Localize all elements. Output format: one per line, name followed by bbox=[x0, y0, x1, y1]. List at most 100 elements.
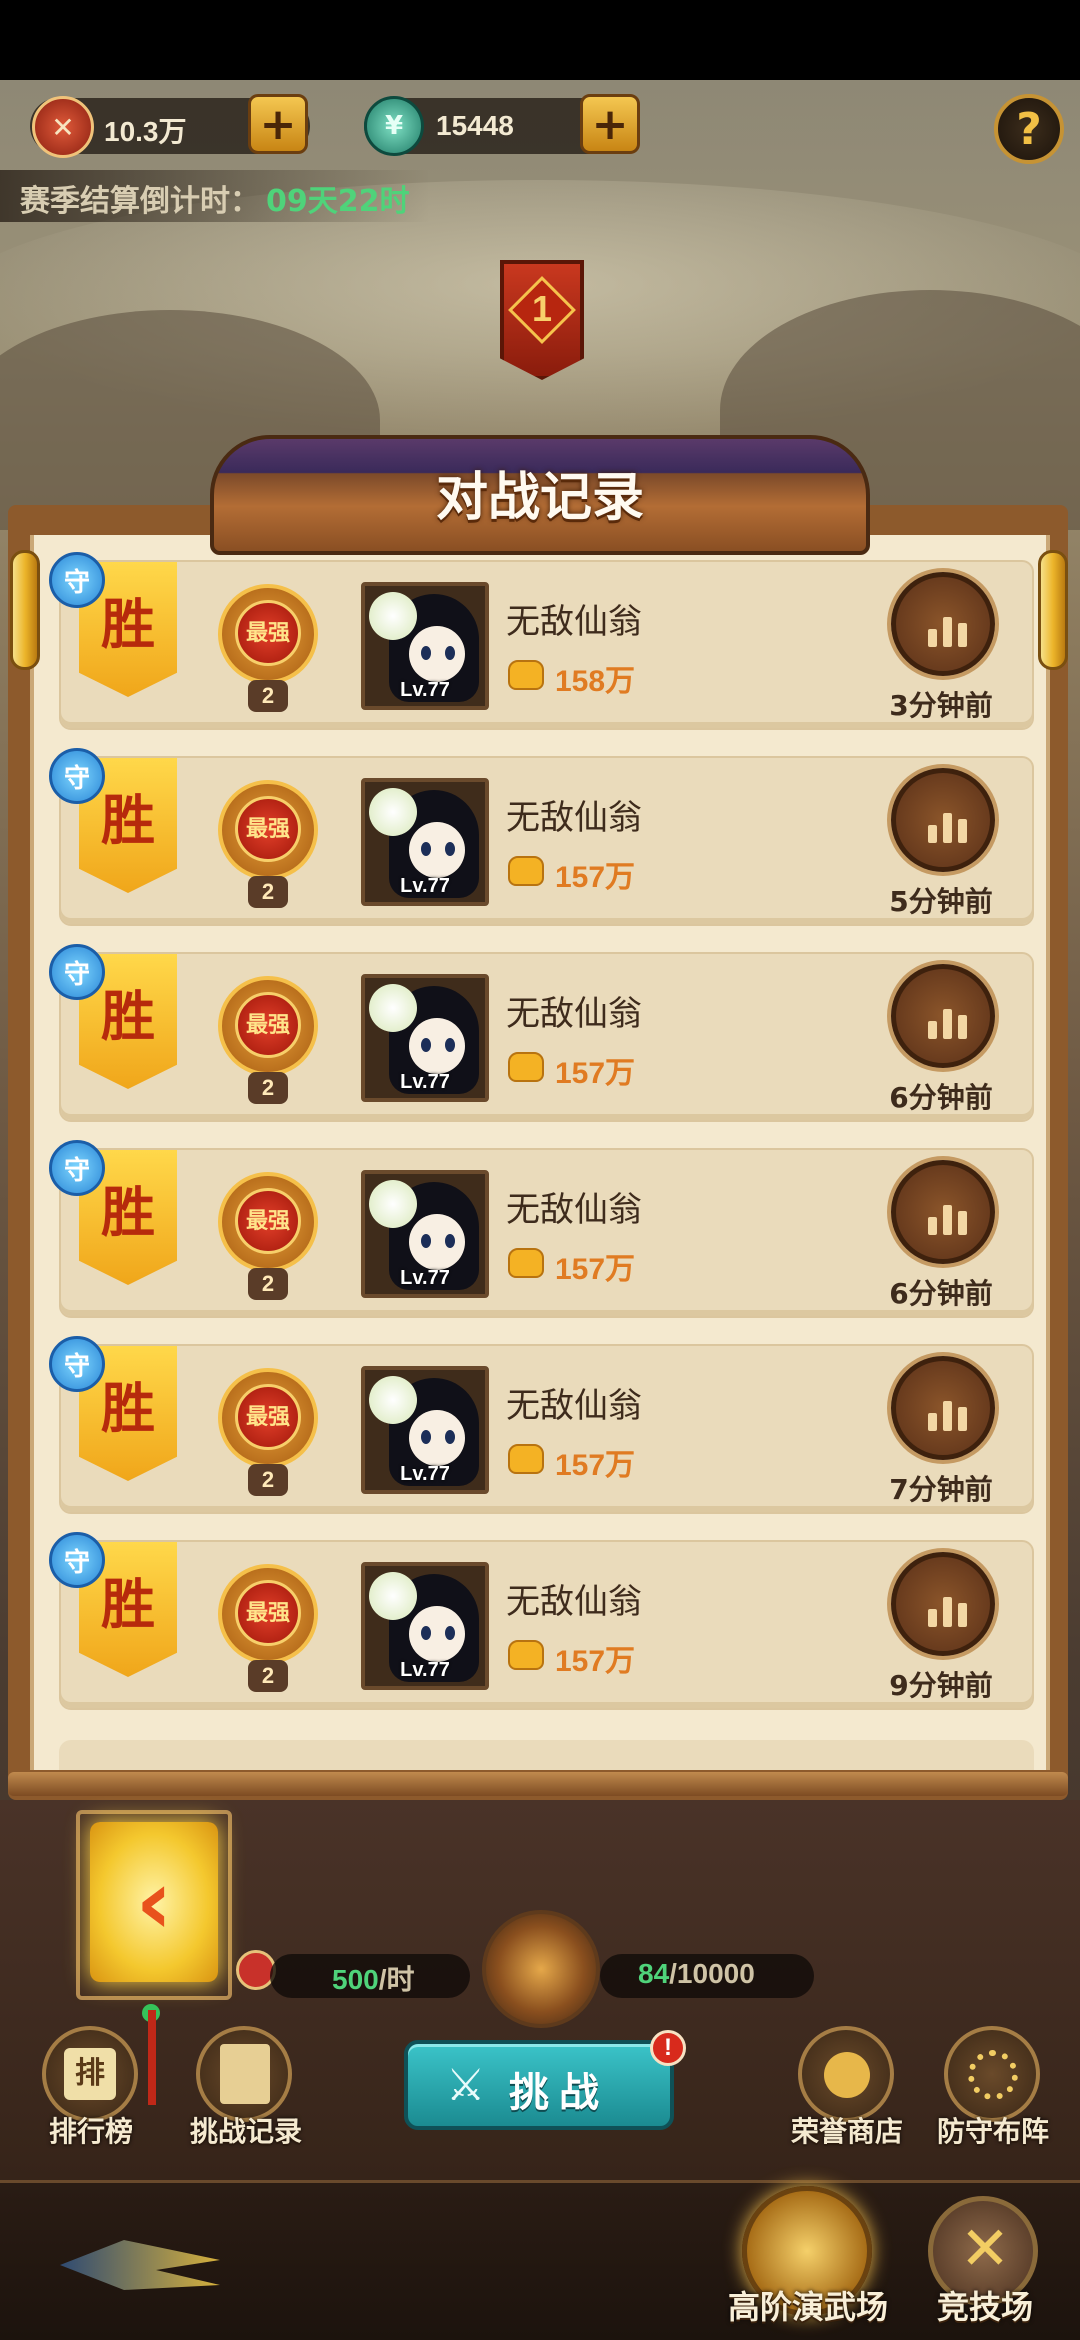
fist-power-icon bbox=[506, 654, 546, 694]
currency-honor-value: 10.3万 bbox=[104, 116, 187, 147]
rank-medal-title: 最强 bbox=[235, 1188, 301, 1254]
defense-tag-icon: 守 bbox=[49, 1532, 105, 1588]
replay-bar bbox=[943, 1401, 952, 1431]
opponent-name: 无敌仙翁 bbox=[506, 1582, 642, 1622]
currency-jade-value: 15448 bbox=[436, 110, 514, 141]
replay-bar bbox=[928, 1413, 937, 1431]
avatar-face bbox=[409, 1410, 465, 1466]
production-rate: 500/时 bbox=[332, 1958, 415, 1998]
replay-bar bbox=[943, 813, 952, 843]
opponent-avatar[interactable]: Lv.77 bbox=[361, 1366, 489, 1494]
opponent-name: 无敌仙翁 bbox=[506, 1190, 642, 1230]
opponent-avatar[interactable]: Lv.77 bbox=[361, 1562, 489, 1690]
opponent-power: 157万 bbox=[555, 1057, 636, 1090]
scroll-rod-right bbox=[1038, 550, 1068, 670]
challenge-log-label[interactable]: 挑战记录 bbox=[176, 2110, 316, 2150]
storage-current: 84 bbox=[638, 1958, 670, 1989]
defense-tag-icon: 守 bbox=[49, 944, 105, 1000]
add-honor-button[interactable]: + bbox=[248, 94, 308, 154]
storage-capacity: /10000 bbox=[669, 1958, 755, 1989]
replay-chart-icon bbox=[926, 1391, 970, 1431]
opponent-avatar[interactable]: Lv.77 bbox=[361, 974, 489, 1102]
production-rate-value: 500 bbox=[332, 1964, 379, 1995]
avatar-eye bbox=[445, 1038, 455, 1052]
record-row: 胜 守 最强 2 Lv.77 无敌仙翁 157万 6分钟前 bbox=[49, 944, 1034, 1122]
replay-button[interactable] bbox=[891, 1552, 995, 1656]
challenge-button-label[interactable]: 挑战 bbox=[404, 2060, 674, 2118]
fist-power-icon bbox=[506, 1438, 546, 1478]
opponent-power: 157万 bbox=[555, 1645, 636, 1678]
jade-coin-icon: ¥ bbox=[364, 96, 424, 156]
season-countdown-value: 09天22时 bbox=[266, 184, 410, 219]
leaderboard-button[interactable]: 排 bbox=[42, 2026, 138, 2122]
scroll-rod-left bbox=[10, 550, 40, 670]
opponent-level: Lv.77 bbox=[400, 1267, 450, 1289]
opponent-name: 无敌仙翁 bbox=[506, 994, 642, 1034]
rank-medal-icon: 最强 2 bbox=[213, 1172, 323, 1302]
avatar-eye bbox=[445, 646, 455, 660]
rank-medal-level: 2 bbox=[248, 680, 288, 712]
replay-bar bbox=[958, 1603, 967, 1627]
opponent-power: 157万 bbox=[555, 861, 636, 894]
scroll-swords-icon bbox=[220, 2044, 270, 2104]
rank-medal-icon: 最强 2 bbox=[213, 1564, 323, 1694]
opponent-avatar[interactable]: Lv.77 bbox=[361, 1170, 489, 1298]
replay-button[interactable] bbox=[891, 1356, 995, 1460]
fist-power-icon bbox=[506, 1046, 546, 1086]
defense-formation-button[interactable] bbox=[944, 2026, 1040, 2122]
flower-icon bbox=[369, 788, 417, 836]
challenge-log-button[interactable] bbox=[196, 2026, 292, 2122]
replay-bar bbox=[958, 623, 967, 647]
replay-bar bbox=[943, 617, 952, 647]
replay-button[interactable] bbox=[891, 964, 995, 1068]
replay-bar bbox=[928, 629, 937, 647]
rank-medal-level: 2 bbox=[248, 1660, 288, 1692]
replay-chart-icon bbox=[926, 1195, 970, 1235]
leaderboard-label[interactable]: 排行榜 bbox=[24, 2110, 158, 2150]
opponent-avatar[interactable]: Lv.77 bbox=[361, 582, 489, 710]
record-time: 6分钟前 bbox=[889, 1081, 993, 1114]
replay-chart-icon bbox=[926, 1587, 970, 1627]
replay-button[interactable] bbox=[891, 768, 995, 872]
avatar-eye bbox=[421, 1430, 431, 1444]
defense-formation-label[interactable]: 防守布阵 bbox=[926, 2110, 1060, 2150]
replay-bar bbox=[958, 819, 967, 843]
record-row: 胜 守 最强 2 Lv.77 无敌仙翁 157万 5分钟前 bbox=[49, 748, 1034, 926]
dragon-wing-decoration bbox=[20, 2220, 240, 2310]
advanced-arena-label[interactable]: 高阶演武场 bbox=[708, 2282, 908, 2328]
question-icon[interactable]: ? bbox=[994, 94, 1064, 164]
replay-bar bbox=[928, 825, 937, 843]
avatar-face bbox=[409, 626, 465, 682]
fist-shape bbox=[508, 1444, 544, 1474]
flower-icon bbox=[369, 984, 417, 1032]
opponent-level: Lv.77 bbox=[400, 679, 450, 701]
opponent-avatar[interactable]: Lv.77 bbox=[361, 778, 489, 906]
honor-shop-button[interactable] bbox=[798, 2026, 894, 2122]
avatar-eye bbox=[445, 842, 455, 856]
treasure-chest-icon[interactable] bbox=[482, 1910, 600, 2028]
season-countdown: 赛季结算倒计时： 09天22时 bbox=[0, 170, 430, 222]
honor-shop-label[interactable]: 荣誉商店 bbox=[780, 2110, 914, 2150]
avatar-eye bbox=[421, 646, 431, 660]
record-row: 胜 守 最强 2 Lv.77 无敌仙翁 157万 9分钟前 bbox=[49, 1532, 1034, 1710]
replay-button[interactable] bbox=[891, 1160, 995, 1264]
record-row: 胜 守 最强 2 Lv.77 无敌仙翁 157万 6分钟前 bbox=[49, 1140, 1034, 1318]
add-jade-button[interactable]: + bbox=[580, 94, 640, 154]
replay-bar bbox=[958, 1211, 967, 1235]
arena-label[interactable]: 竞技场 bbox=[910, 2282, 1060, 2328]
wing-shape bbox=[60, 2240, 220, 2290]
record-scroll-paper[interactable]: 胜 守 最强 2 Lv.77 无敌仙翁 158万 3分钟前 胜 守 最强 2 L… bbox=[30, 535, 1050, 1770]
fist-shape bbox=[508, 660, 544, 690]
defense-tag-icon: 守 bbox=[49, 552, 105, 608]
flower-icon bbox=[369, 1572, 417, 1620]
avatar-eye bbox=[421, 1234, 431, 1248]
back-button[interactable]: ‹ bbox=[90, 1822, 218, 1982]
replay-bar bbox=[943, 1009, 952, 1039]
replay-chart-icon bbox=[926, 607, 970, 647]
avatar-face bbox=[409, 1018, 465, 1074]
replay-button[interactable] bbox=[891, 572, 995, 676]
replay-bar bbox=[928, 1021, 937, 1039]
rank-number: 1 bbox=[531, 288, 553, 329]
avatar-eye bbox=[445, 1430, 455, 1444]
defense-tag-icon: 守 bbox=[49, 1336, 105, 1392]
